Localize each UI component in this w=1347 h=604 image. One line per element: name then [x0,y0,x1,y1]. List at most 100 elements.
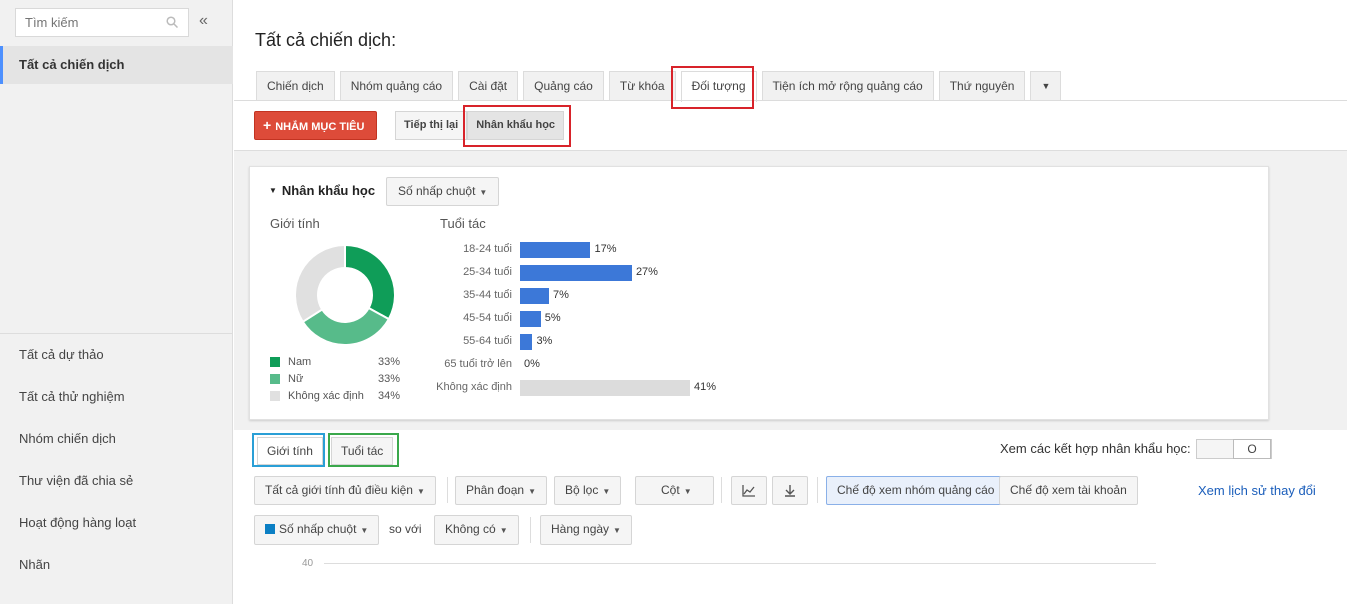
age-bar [520,288,550,304]
age-bar-value: 17% [594,243,617,255]
age-bar-label: Không xác định [436,381,512,393]
chevron-down-icon: ▼ [683,487,692,496]
legend-row-male: Nam 33% [270,353,400,370]
search-icon[interactable] [166,16,178,28]
tab-keywords[interactable]: Từ khóa [608,71,676,101]
sidebar-item-campaign-groups[interactable]: Nhóm chiến dịch [0,418,233,460]
subtab-remarketing[interactable]: Tiếp thị lại [395,111,468,140]
adgroup-view-button[interactable]: Chế độ xem nhóm quảng cáo [826,476,1006,505]
age-bar-row: 45-54 tuổi 5% [437,309,737,329]
age-bar [520,265,632,281]
sidebar-item-bulk-operations[interactable]: Hoạt động hàng loạt [0,502,233,544]
sidebar: « Tất cả chiến dịch Tất cả dự thảo Tất c… [0,0,233,604]
add-targeting-button[interactable]: + NHẮM MỤC TIÊU [254,111,377,140]
compare-metric-dropdown[interactable]: Không có ▼ [434,515,519,545]
search-input[interactable] [16,9,156,36]
age-bar-label: 45-54 tuổi [463,312,512,324]
combination-toggle[interactable]: O [1196,439,1272,459]
demographics-title-label: Nhân khẩu học [281,183,376,198]
toolbar-separator [817,477,818,503]
highlight-age-tab [328,433,399,467]
legend-swatch-unknown [270,390,280,401]
age-bar-label: 55-64 tuổi [463,335,512,347]
gender-filter-dropdown[interactable]: Tất cả giới tính đủ điều kiện ▼ [254,476,436,505]
sidebar-item-all-campaigns[interactable]: Tất cả chiến dịch [0,46,233,84]
age-bar-value: 3% [536,335,553,347]
age-bar-row: 18-24 tuổi 17% [437,240,737,260]
chart-y-tick: 40 [302,558,314,569]
chart-toggle-button[interactable] [731,476,767,505]
legend-value-unknown: 34% [377,389,400,402]
columns-dropdown[interactable]: Cột ▼ [635,476,714,505]
legend-label-male: Nam [288,355,312,368]
sidebar-item-drafts[interactable]: Tất cả dự thảo [0,334,233,376]
sidebar-lower-nav: Tất cả dự thảo Tất cả thử nghiệm Nhóm ch… [0,333,233,586]
change-history-link[interactable]: Xem lịch sử thay đổi [1198,483,1316,498]
toolbar-separator [530,517,531,543]
download-button[interactable] [772,476,808,505]
age-bar [520,380,690,396]
filter-dropdown[interactable]: Bộ lọc ▼ [554,476,622,505]
chart-metric-dropdown[interactable]: Số nhấp chuột ▼ [254,515,380,545]
legend-value-female: 33% [377,372,400,385]
gender-donut-chart [294,243,396,346]
age-bar [520,311,541,327]
chevron-down-icon: ▼ [360,526,369,535]
tab-dimensions[interactable]: Thứ nguyên [938,71,1026,101]
sidebar-item-experiments[interactable]: Tất cả thử nghiệm [0,376,233,418]
metric-color-swatch [265,524,275,534]
search-box[interactable] [15,8,189,37]
chevron-down-icon: ▼ [602,487,611,496]
tab-divider [234,100,1347,101]
chart-metric-label: Số nhấp chuột [279,522,357,536]
tab-ad-groups[interactable]: Nhóm quảng cáo [339,71,454,101]
add-targeting-label: NHẮM MỤC TIÊU [275,121,365,133]
age-bar-row: 25-34 tuổi 27% [437,263,737,283]
toggle-knob: O [1233,439,1271,459]
legend-row-unknown: Không xác định 34% [270,387,400,404]
legend-swatch-female [270,373,280,384]
demographics-title[interactable]: ▼ Nhân khẩu học [269,183,375,198]
age-bar-label: 65 tuổi trở lên [444,358,512,370]
highlight-demographics-subtab [463,105,571,147]
sidebar-item-shared-library[interactable]: Thư viện đã chia sẻ [0,460,233,502]
tab-campaigns[interactable]: Chiến dịch [256,71,335,101]
period-dropdown[interactable]: Hàng ngày ▼ [540,515,632,545]
age-bar-value: 5% [544,312,561,324]
gender-legend: Nam 33% Nữ 33% Không xác định 34% [270,353,400,404]
legend-label-female: Nữ [288,372,304,385]
age-bar-value: 0% [524,358,540,370]
tab-settings[interactable]: Cài đặt [458,71,519,101]
account-view-button[interactable]: Chế độ xem tài khoản [999,476,1138,505]
metric-dropdown[interactable]: Số nhấp chuột ▼ [386,177,500,206]
age-bar-row: 65 tuổi trở lên 0% [437,355,737,375]
more-tabs-dropdown-icon[interactable]: ▼ [1030,71,1062,101]
download-icon [785,485,795,497]
highlight-audiences-tab [671,66,754,109]
toolbar-separator [447,477,448,503]
age-bar-label: 18-24 tuổi [463,243,512,255]
toolbar-separator [721,477,722,503]
sidebar-item-labels[interactable]: Nhãn [0,544,233,586]
age-section-label: Tuổi tác [440,216,486,231]
tab-ads[interactable]: Quảng cáo [523,71,604,101]
collapse-sidebar-icon[interactable]: « [199,12,208,30]
chart-gridline [324,563,1156,564]
age-bar-row: 55-64 tuổi 3% [437,332,737,352]
donut-slice-unknown [294,243,346,324]
collapse-triangle-icon: ▼ [269,186,277,195]
gender-section-label: Giới tính [270,216,320,231]
age-bar-row: Không xác định 41% [436,378,737,398]
age-bar [520,242,591,258]
chevron-down-icon: ▼ [613,526,621,535]
highlight-gender-tab [252,433,325,467]
age-bar-row: 35-44 tuổi 7% [437,286,737,306]
age-bar-value: 7% [553,289,569,301]
age-bar-value: 27% [635,266,658,278]
main-tabs: Chiến dịch Nhóm quảng cáo Cài đặt Quảng … [256,71,1066,102]
age-bar-label: 35-44 tuổi [463,289,512,301]
segment-dropdown[interactable]: Phân đoạn ▼ [455,476,547,505]
legend-row-female: Nữ 33% [270,370,400,387]
tab-ad-extensions[interactable]: Tiện ích mở rộng quảng cáo [761,71,934,101]
chevron-down-icon: ▼ [479,188,488,197]
